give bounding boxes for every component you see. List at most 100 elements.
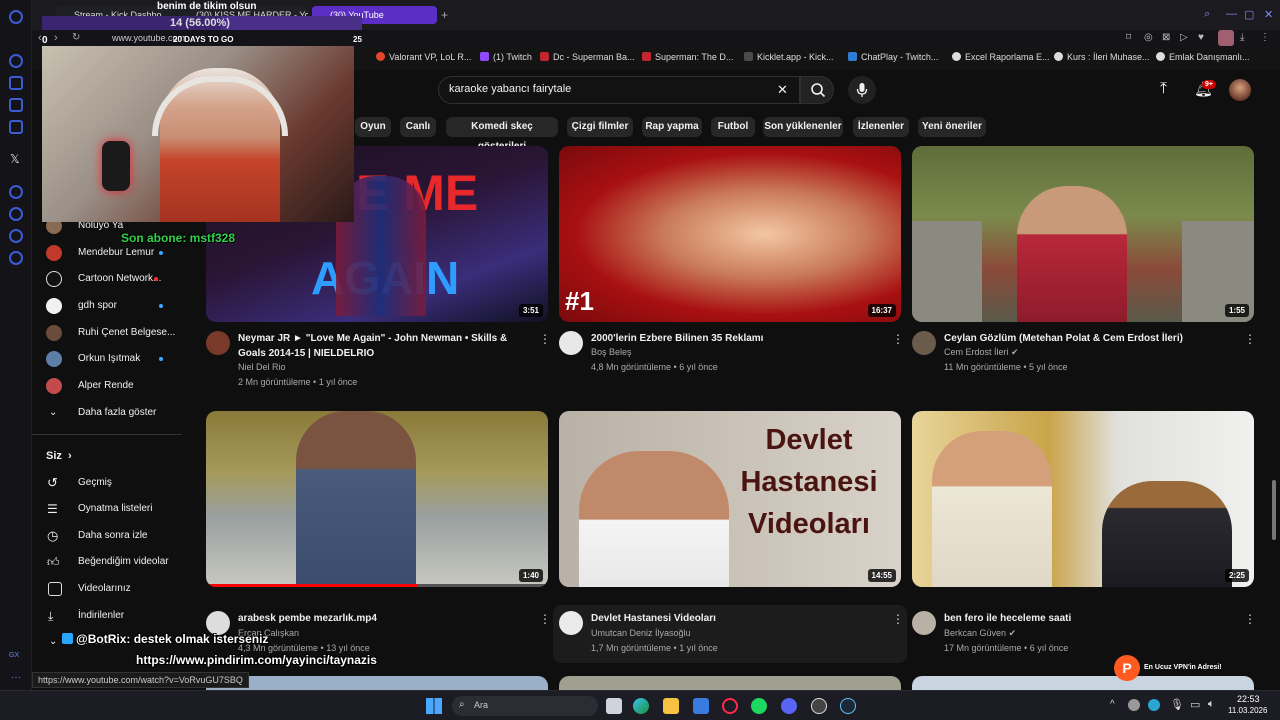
volume-icon[interactable]: 🔈︎	[1208, 698, 1215, 711]
video-thumbnail-arabesk[interactable]: 1:40	[206, 411, 548, 587]
channel-avatar[interactable]	[559, 331, 583, 355]
chip-rap-yapma[interactable]: Rap yapma	[642, 117, 702, 137]
video-title[interactable]: Ceylan Gözlüm (Metehan Polat & Cem Erdos…	[944, 331, 1234, 346]
chip-yeni-oneriler[interactable]: Yeni öneriler	[918, 117, 986, 137]
search-icon	[811, 83, 826, 98]
opera-icon[interactable]	[9, 10, 23, 24]
video-menu-icon[interactable]: ⋮	[892, 613, 904, 625]
video-thumbnail-devlet-hastanesi[interactable]: Devlet Hastanesi Videoları 14:55	[559, 411, 901, 587]
x-twitter-icon[interactable]: 𝕏	[10, 152, 20, 166]
tray-app-icon[interactable]	[1148, 699, 1160, 711]
edge-icon[interactable]	[633, 698, 649, 714]
search-tabs-icon[interactable]: ⌕	[1204, 8, 1210, 21]
bookmark-superman-the-d[interactable]: Superman: The D...	[642, 52, 733, 62]
tray-chevron-icon[interactable]: ^	[1110, 699, 1115, 710]
bookmark-chatplay[interactable]: ChatPlay - Twitch...	[848, 52, 938, 62]
search-button[interactable]	[800, 76, 834, 104]
video-title[interactable]: 2000'lerin Ezbere Bilinen 35 Reklamı	[591, 331, 881, 346]
pin-icon[interactable]	[9, 229, 23, 243]
video-menu-icon[interactable]: ⋮	[539, 613, 551, 625]
menu-icon[interactable]: ⋮	[1260, 32, 1270, 43]
channel-avatar[interactable]	[912, 331, 936, 355]
channel-avatar[interactable]	[559, 611, 583, 635]
minimize-icon[interactable]: —	[1226, 8, 1237, 20]
player-icon[interactable]	[9, 185, 23, 199]
chip-komedi[interactable]: Komedi skeç gösterileri	[446, 117, 558, 152]
microphone-icon[interactable]: 🎙︎	[1170, 698, 1184, 711]
whatsapp-icon[interactable]	[9, 76, 23, 90]
video-channel[interactable]: Umutcan Deniz İlyasoğlu	[591, 626, 691, 641]
maximize-icon[interactable]: ▢	[1244, 8, 1254, 21]
network-icon[interactable]: ▭	[1190, 698, 1200, 711]
video-title[interactable]: Devlet Hastanesi Videoları	[591, 611, 881, 626]
video-menu-icon[interactable]: ⋮	[539, 333, 551, 345]
download-icon[interactable]: ⤓	[1240, 32, 1244, 43]
bookmark-twitch[interactable]: (1) Twitch	[480, 52, 532, 62]
video-channel[interactable]: Boş Beleş	[591, 345, 632, 360]
chip-son-yuklenenler[interactable]: Son yüklenenler	[763, 117, 843, 137]
video-thumbnail-partial[interactable]	[206, 676, 548, 690]
heart-icon[interactable]: ♥	[1198, 32, 1204, 43]
chip-cizgi-filmler[interactable]: Çizgi filmler	[567, 117, 633, 137]
steam-icon[interactable]	[840, 698, 856, 714]
opera-gx-icon[interactable]	[722, 698, 738, 714]
page-scrollbar[interactable]	[1272, 480, 1276, 540]
account-avatar[interactable]	[1229, 79, 1251, 101]
bookmark-kurs[interactable]: Kurs : İleri Muhase...	[1054, 52, 1150, 62]
media-icon[interactable]	[9, 120, 23, 134]
task-view-icon[interactable]	[606, 698, 622, 714]
gx-icon[interactable]: GX	[9, 652, 19, 659]
aria-icon[interactable]	[9, 54, 23, 68]
bookmark-excel[interactable]: Excel Raporlama E...	[952, 52, 1050, 62]
video-thumbnail-ceylan-gozlum[interactable]: 1:55	[912, 146, 1254, 322]
search-input[interactable]	[449, 83, 769, 95]
bookmark-dc-superman[interactable]: Dc - Superman Ba...	[540, 52, 635, 62]
bookmark-kicklet[interactable]: Kicklet.app - Kick...	[744, 52, 834, 62]
play-icon[interactable]: ▷	[1180, 32, 1188, 43]
chip-futbol[interactable]: Futbol	[711, 117, 755, 137]
discord-icon[interactable]	[781, 698, 797, 714]
spotify-icon[interactable]	[751, 698, 767, 714]
chip-izlenenler[interactable]: İzlenenler	[853, 117, 909, 137]
history-icon[interactable]	[9, 207, 23, 221]
close-window-icon[interactable]: ✕	[1264, 8, 1273, 21]
video-thumbnail-partial[interactable]	[559, 676, 901, 690]
video-thumbnail-reklamlar[interactable]: #1 16:37	[559, 146, 901, 322]
video-channel[interactable]: Cem Erdost İleri ✔	[944, 345, 1019, 360]
clear-search-icon[interactable]: ✕	[777, 82, 788, 98]
video-thumbnail-fero[interactable]: 2:25	[912, 411, 1254, 587]
clock-date[interactable]: 11.03.2026	[1228, 706, 1267, 715]
obs-icon[interactable]	[811, 698, 827, 714]
video-channel[interactable]: Berkcan Güven ✔	[944, 626, 1016, 641]
chip-canli[interactable]: Canlı	[400, 117, 436, 137]
video-title[interactable]: Neymar JR ► "Love Me Again" - John Newma…	[238, 331, 528, 361]
tray-app-icon[interactable]	[1128, 699, 1140, 711]
file-explorer-icon[interactable]	[663, 698, 679, 714]
chip-oyun[interactable]: Oyun	[355, 117, 391, 137]
bookmark-icon[interactable]: ⌑	[1126, 32, 1131, 43]
video-title[interactable]: ben fero ile heceleme saati	[944, 611, 1234, 626]
voice-search-button[interactable]	[848, 76, 876, 104]
channel-avatar[interactable]	[912, 611, 936, 635]
more-icon[interactable]: ···	[11, 672, 21, 683]
search-box[interactable]: ✕	[438, 76, 800, 104]
video-menu-icon[interactable]: ⋮	[1244, 333, 1256, 345]
extensions-icon[interactable]: ⊠	[1162, 32, 1170, 43]
taskbar-search[interactable]: ⌕ Ara	[452, 696, 598, 716]
bookmark-valorant[interactable]: Valorant VP, LoL R...	[376, 52, 471, 62]
video-channel[interactable]: Niel Del Rio	[238, 360, 286, 375]
snapshot-icon[interactable]: ◎	[1144, 32, 1153, 43]
upload-icon[interactable]: ⤒	[1160, 80, 1167, 98]
video-menu-icon[interactable]: ⋮	[892, 333, 904, 345]
settings-icon[interactable]	[9, 251, 23, 265]
messenger-icon[interactable]	[9, 98, 23, 112]
new-tab-button[interactable]: +	[441, 8, 448, 22]
video-menu-icon[interactable]: ⋮	[1244, 613, 1256, 625]
windows-start-icon[interactable]	[426, 698, 442, 714]
store-icon[interactable]	[693, 698, 709, 714]
channel-avatar[interactable]	[206, 331, 230, 355]
profile-avatar[interactable]	[1218, 30, 1234, 46]
clock-time[interactable]: 22:53	[1237, 694, 1260, 704]
bookmark-emlak[interactable]: Emlak Danışmanlı...	[1156, 52, 1250, 62]
video-title[interactable]: arabesk pembe mezarlık.mp4	[238, 611, 528, 626]
